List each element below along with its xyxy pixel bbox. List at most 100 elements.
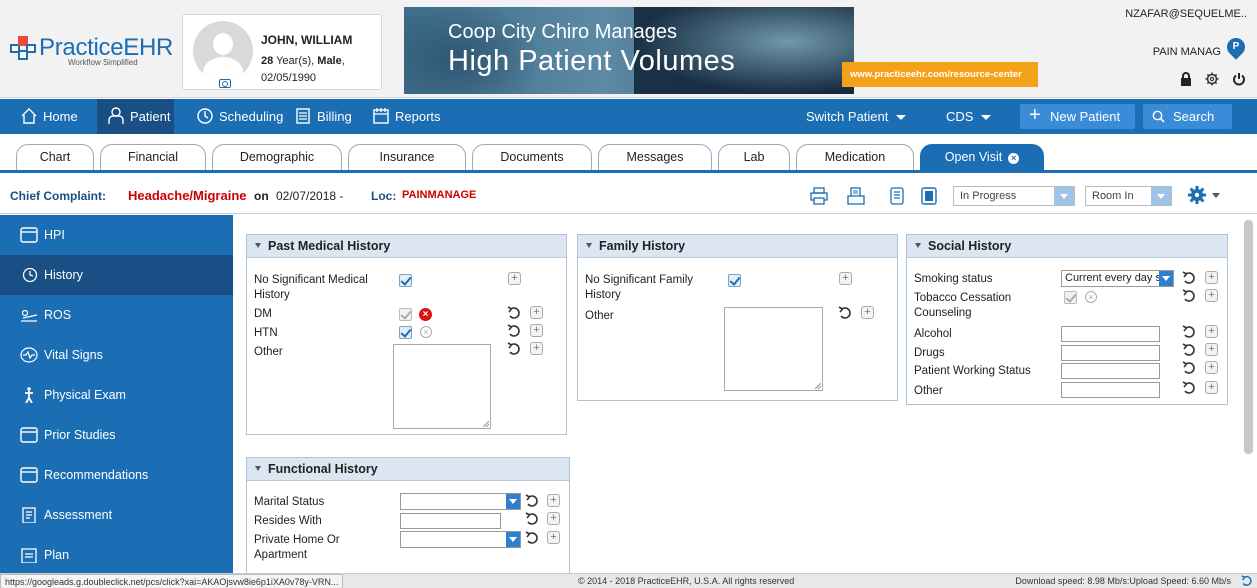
add-note-icon[interactable]: + [1205, 381, 1218, 394]
pmh-other-textarea[interactable] [393, 344, 491, 429]
room-status-select[interactable]: Room In [1085, 186, 1172, 206]
undo-icon[interactable] [525, 494, 539, 508]
document-icon[interactable] [888, 187, 906, 205]
sidebar-item-history[interactable]: History [0, 255, 233, 295]
undo-icon[interactable] [1182, 381, 1196, 395]
add-note-icon[interactable]: + [547, 531, 560, 544]
tab-lab[interactable]: Lab [718, 144, 790, 170]
sidebar-item-plan[interactable]: Plan [0, 535, 233, 573]
add-note-icon[interactable]: + [530, 324, 543, 337]
undo-icon[interactable] [525, 531, 539, 545]
close-tab-icon[interactable]: × [1008, 153, 1020, 164]
add-note-icon[interactable]: + [1205, 343, 1218, 356]
tab-chart[interactable]: Chart [16, 144, 94, 170]
undo-icon[interactable] [1182, 361, 1196, 375]
patient-avatar[interactable] [193, 21, 253, 81]
resides-with-input[interactable] [400, 513, 501, 529]
content-scrollbar[interactable] [1244, 220, 1253, 454]
tobacco-cessation-checkbox[interactable] [1064, 291, 1077, 304]
undo-icon[interactable] [1182, 271, 1196, 285]
undo-icon[interactable] [1182, 343, 1196, 357]
chief-complaint-value[interactable]: Headache/Migraine [128, 188, 247, 203]
tab-financial[interactable]: Financial [100, 144, 206, 170]
undo-icon[interactable] [525, 512, 539, 526]
nav-reports[interactable]: Reports [370, 99, 441, 134]
htn-checkbox[interactable] [399, 326, 412, 339]
dm-checkbox[interactable] [399, 308, 412, 321]
tab-documents[interactable]: Documents [472, 144, 592, 170]
practiceehr-logo[interactable]: PracticeEHR Workflow Simplified [10, 36, 173, 67]
tab-messages[interactable]: Messages [598, 144, 712, 170]
lock-icon[interactable] [1178, 72, 1194, 88]
nav-home[interactable]: Home [18, 99, 78, 134]
visit-status-select[interactable]: In Progress [953, 186, 1075, 206]
cds-menu[interactable]: CDS [946, 99, 992, 134]
visit-settings-menu[interactable] [1186, 184, 1222, 206]
add-note-icon[interactable]: + [530, 306, 543, 319]
add-note-icon[interactable]: + [861, 306, 874, 319]
social-other-input[interactable] [1061, 382, 1160, 398]
add-note-icon[interactable]: + [530, 342, 543, 355]
undo-icon[interactable] [1182, 289, 1196, 303]
location-name[interactable]: PAIN MANAG [1153, 46, 1221, 58]
marital-status-select[interactable] [400, 493, 521, 510]
power-icon[interactable] [1231, 72, 1247, 88]
sidebar-item-recommendations[interactable]: Recommendations [0, 455, 233, 495]
add-note-icon[interactable]: + [547, 494, 560, 507]
user-email[interactable]: NZAFAR@SEQUELME.. [1125, 8, 1247, 20]
past-medical-history-header[interactable]: Past Medical History [247, 235, 566, 258]
ad-banner[interactable]: Coop City Chiro Manages High Patient Vol… [404, 7, 854, 94]
sidebar-item-physical-exam[interactable]: Physical Exam [0, 375, 233, 415]
tab-medication[interactable]: Medication [796, 144, 914, 170]
working-status-input[interactable] [1061, 363, 1160, 379]
patient-card[interactable]: JOHN, WILLIAM 28 Year(s), Male, 02/05/19… [182, 14, 382, 90]
sidebar-item-vital-signs[interactable]: Vital Signs [0, 335, 233, 375]
settings-gear-icon[interactable] [1204, 72, 1220, 88]
add-note-icon[interactable]: + [1205, 361, 1218, 374]
new-patient-button[interactable]: + New Patient [1020, 104, 1135, 129]
social-history-header[interactable]: Social History [907, 235, 1227, 258]
switch-patient-menu[interactable]: Switch Patient [806, 99, 907, 134]
sidebar-item-hpi[interactable]: HPI [0, 215, 233, 255]
add-note-icon[interactable]: + [1205, 325, 1218, 338]
nav-billing[interactable]: Billing [292, 99, 352, 134]
tab-open-visit[interactable]: Open Visit × [920, 144, 1044, 170]
tab-demographic[interactable]: Demographic [212, 144, 342, 170]
notes-icon[interactable] [920, 187, 938, 205]
add-note-icon[interactable]: + [1205, 271, 1218, 284]
sidebar-item-assessment[interactable]: Assessment [0, 495, 233, 535]
tab-insurance[interactable]: Insurance [348, 144, 466, 170]
family-history-header[interactable]: Family History [578, 235, 897, 258]
drugs-input[interactable] [1061, 345, 1160, 361]
dm-remove-icon[interactable]: × [419, 308, 432, 321]
no-significant-family-checkbox[interactable] [728, 274, 741, 287]
undo-icon[interactable] [1182, 325, 1196, 339]
fax-icon[interactable] [847, 187, 865, 205]
private-home-select[interactable] [400, 531, 521, 548]
nav-patient[interactable]: Patient [97, 99, 174, 134]
camera-icon[interactable] [219, 79, 231, 88]
smoking-status-select[interactable]: Current every day s [1061, 270, 1174, 287]
sidebar-item-prior-studies[interactable]: Prior Studies [0, 415, 233, 455]
undo-icon[interactable] [507, 306, 521, 320]
add-note-icon[interactable]: + [547, 512, 560, 525]
undo-icon[interactable] [838, 306, 852, 320]
refresh-icon[interactable] [1241, 575, 1253, 587]
undo-icon[interactable] [507, 342, 521, 356]
add-note-icon[interactable]: + [508, 272, 521, 285]
undo-icon[interactable] [507, 324, 521, 338]
add-note-icon[interactable]: + [839, 272, 852, 285]
family-other-textarea[interactable] [724, 307, 823, 391]
sidebar-item-ros[interactable]: ROS [0, 295, 233, 335]
htn-remove-icon[interactable]: × [420, 326, 432, 338]
no-significant-medical-checkbox[interactable] [399, 274, 412, 287]
alcohol-input[interactable] [1061, 326, 1160, 342]
add-note-icon[interactable]: + [1205, 289, 1218, 302]
nav-scheduling[interactable]: Scheduling [194, 99, 283, 134]
print-icon[interactable] [810, 187, 828, 205]
tobacco-remove-icon[interactable]: × [1085, 291, 1097, 303]
functional-history-header[interactable]: Functional History [247, 458, 569, 481]
search-button[interactable]: Search [1143, 104, 1232, 129]
location-pin-icon[interactable]: P [1223, 34, 1249, 60]
banner-url[interactable]: www.practiceehr.com/resource-center [842, 62, 1038, 87]
